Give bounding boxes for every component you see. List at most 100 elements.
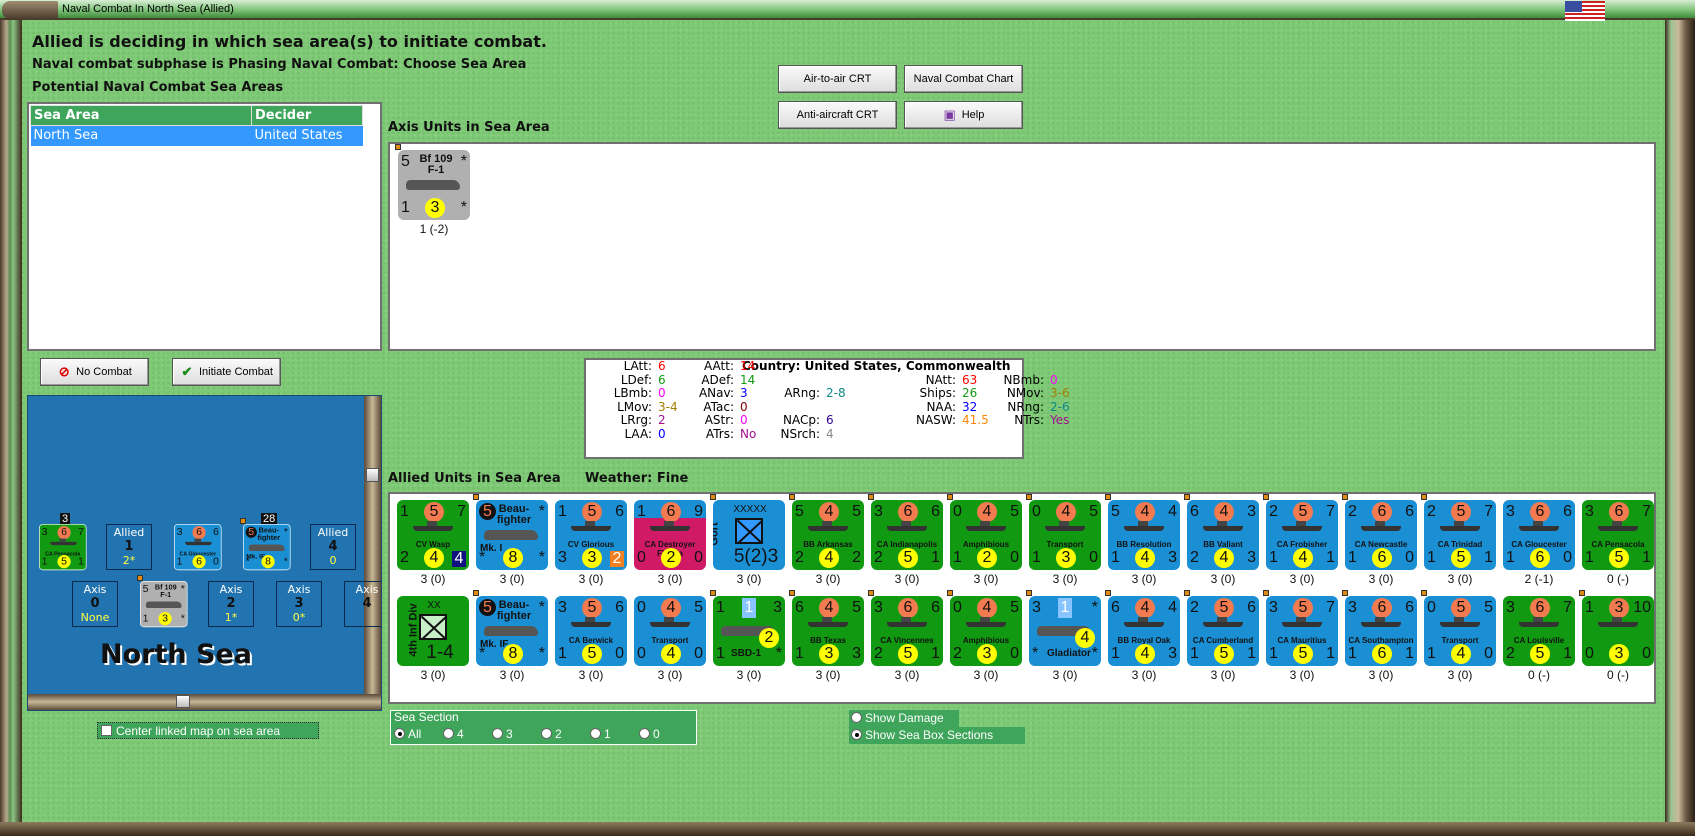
unit-counter[interactable]: 3 6 7 CA Pensacola 1 5 1 <box>1582 500 1654 570</box>
attack-value: 3 <box>1032 599 1041 616</box>
unit-counter[interactable]: 6 4 4 BB Royal Oak 1 4 3 <box>1108 596 1180 666</box>
surface-value: 4 <box>1451 644 1471 664</box>
show-damage-radio[interactable]: Show Damage <box>849 710 959 727</box>
sea-area-list[interactable]: Sea Area Decider North Sea United States <box>27 102 382 351</box>
unit-counter[interactable]: 3 5 6 CA Berwick 1 5 0 <box>555 596 627 666</box>
radio-button[interactable] <box>851 729 862 740</box>
unit-counter[interactable]: 6 4 3 BB Valiant 2 4 3 <box>1187 500 1259 570</box>
unit-counter[interactable]: 2 5 7 CA Frobisher 1 4 1 <box>1266 500 1338 570</box>
unit-counter[interactable]: 6 4 5 BB Texas 1 3 3 <box>792 596 864 666</box>
unit-counter[interactable]: 3 6 7 CA Pensacola 1 5 1 <box>39 524 87 571</box>
column-header-decider[interactable]: Decider <box>251 105 363 126</box>
sea-section-radio-3[interactable]: 3 <box>492 727 541 741</box>
map-horizontal-scrollbar[interactable] <box>28 694 381 710</box>
anti-aircraft-crt-button[interactable]: Anti-aircraft CRT <box>778 101 897 129</box>
radio-button[interactable] <box>851 712 862 723</box>
unit-counter[interactable]: 4th Inf Div XX 1-4 <box>397 596 469 666</box>
unit-counter[interactable]: 3 6 6 CA Gloucester 1 6 0 <box>174 524 222 571</box>
unit-counter[interactable]: 5 4 4 BB Resolution 1 4 3 <box>1108 500 1180 570</box>
movement-value: 6 <box>1247 599 1256 616</box>
unit-status-label: 0 (-) <box>1607 668 1629 682</box>
asw-value: 1 <box>931 549 940 566</box>
status-marker-icon <box>1184 590 1190 596</box>
unit-counter[interactable]: 5 * Bf 109 F-1 1 3 * <box>398 150 470 220</box>
sea-section-radio-0[interactable]: 0 <box>639 727 688 741</box>
unit-counter[interactable]: 0 5 5 Transport 1 4 0 <box>1424 596 1496 666</box>
aircraft-icon <box>406 180 460 190</box>
map-vertical-scrollbar[interactable] <box>364 396 381 696</box>
unit-status-label: 3 (0) <box>1131 572 1157 586</box>
unit-counter[interactable]: 5 4 5 BB Arkansas 2 4 2 <box>792 500 864 570</box>
unit-counter[interactable]: 5 * Bf 109 F-1 1 3 * <box>140 581 188 628</box>
table-row[interactable]: North Sea United States <box>30 125 363 146</box>
defense-value: 1 <box>1190 645 1199 662</box>
unit-counter[interactable]: 3 5 7 CA Mauritius 1 5 1 <box>1266 596 1338 666</box>
unit-counter[interactable]: 5 * Beau-fighter Mk. IF * 8 * <box>476 596 548 666</box>
help-button[interactable]: ▣ Help <box>904 101 1023 129</box>
stat-value: 0 <box>658 426 666 441</box>
radio-button[interactable] <box>541 728 552 739</box>
sea-section-radio-All[interactable]: All <box>394 727 443 741</box>
naval-combat-chart-button[interactable]: Naval Combat Chart <box>904 65 1023 93</box>
sea-box-section[interactable]: Axis 2 1* <box>208 581 254 627</box>
radio-button[interactable] <box>394 728 405 739</box>
decider-cell[interactable]: United States <box>251 125 363 146</box>
column-header-sea-area[interactable]: Sea Area <box>30 105 252 126</box>
unit-counter[interactable]: 3 6 6 CA Gloucester 1 6 0 <box>1503 500 1575 570</box>
unit-counter[interactable]: 3 6 6 CA Vincennes 2 5 1 <box>871 596 943 666</box>
radio-button[interactable] <box>492 728 503 739</box>
scrollbar-thumb[interactable] <box>366 468 379 482</box>
unit-counter[interactable]: 5 * Beau-fighter Mk. I * 8 * <box>476 500 548 570</box>
unit-name: Bf 109 F-1 <box>154 583 177 599</box>
sea-section-radio-2[interactable]: 2 <box>541 727 590 741</box>
radio-button[interactable] <box>443 728 454 739</box>
air-to-air-crt-button[interactable]: Air-to-air CRT <box>778 65 897 93</box>
unit-counter[interactable]: 169CA Destroyer Flotilla020 <box>634 500 706 570</box>
unit-counter[interactable]: 2 6 6 CA Newcastle 1 6 0 <box>1345 500 1417 570</box>
sea-box-section[interactable]: Axis 3 0* <box>276 581 322 627</box>
sea-section-radio-4[interactable]: 4 <box>443 727 492 741</box>
surface-value: 3 <box>977 644 997 664</box>
initiate-combat-button[interactable]: ✔ Initiate Combat <box>172 358 281 386</box>
unit-counter[interactable]: 0 4 5 Transport 1 3 0 <box>1029 500 1101 570</box>
unit-counter[interactable]: 1 3 10 0 3 0 <box>1582 596 1654 666</box>
unit-counter[interactable]: 3 1 * Gladiator * * 4 <box>1029 596 1101 666</box>
center-map-checkbox[interactable]: Center linked map on sea area <box>97 722 319 739</box>
unit-counter[interactable]: 3 6 7 CA Louisville 2 5 1 <box>1503 596 1575 666</box>
asw-value: 1 <box>1326 549 1335 566</box>
sea-section-radio-1[interactable]: 1 <box>590 727 639 741</box>
sea-area-map[interactable]: North Sea 3 2 8 3 6 7 CA Pensacola 1 5 1 3 6 6 CA G… <box>27 395 382 711</box>
sea-box-section[interactable]: Axis 4 <box>344 581 381 627</box>
unit-counter[interactable]: 5 * Beau-fighter Mk. IF * 8 * <box>243 524 291 571</box>
unit-counter[interactable]: 1 1 3 SBD-1 1 * 2 <box>713 596 785 666</box>
unit-counter[interactable]: 1 5 7 CV Wasp 2 4 4 <box>397 500 469 570</box>
unit-counter[interactable]: 3 6 6 CA Indianapolis 2 5 1 <box>871 500 943 570</box>
system-menu-button[interactable] <box>2 1 58 19</box>
show-sea-box-sections-radio[interactable]: Show Sea Box Sections <box>849 727 1025 744</box>
surface-value: 5 <box>1451 548 1471 568</box>
no-combat-button[interactable]: ⊘ No Combat <box>40 358 149 386</box>
unit-counter[interactable]: 0 4 5 Amphibious 2 3 0 <box>950 596 1022 666</box>
unit-status-label: 3 (0) <box>736 572 762 586</box>
unit-counter[interactable]: 0 4 5 Transport 0 4 0 <box>634 596 706 666</box>
window-frame-right <box>1665 20 1695 836</box>
radio-button[interactable] <box>590 728 601 739</box>
surface-value: 3 <box>819 644 839 664</box>
unit-counter[interactable]: 2 5 7 CA Trinidad 1 5 1 <box>1424 500 1496 570</box>
radio-button[interactable] <box>639 728 650 739</box>
sea-area-cell[interactable]: North Sea <box>30 125 252 146</box>
sea-box-section[interactable]: Allied 4 0 <box>310 524 356 570</box>
defense-value: 1 <box>1111 549 1120 566</box>
unit-counter[interactable]: 0 4 5 Amphibious 1 2 0 <box>950 500 1022 570</box>
unit-counter[interactable]: Gort XXXXX 5(2)3 <box>713 500 785 570</box>
checkbox[interactable] <box>101 725 112 736</box>
sea-box-section[interactable]: Allied 1 2* <box>106 524 152 570</box>
stat-item: AAtt: <box>704 359 734 373</box>
unit-counter[interactable]: 2 5 6 CA Cumberland 1 5 1 <box>1187 596 1259 666</box>
unit-counter[interactable]: 1 5 6 CV Glorious 3 3 2 <box>555 500 627 570</box>
defense-value: 3 <box>558 549 567 566</box>
movement-value: 5 <box>1089 503 1098 520</box>
sea-box-section[interactable]: Axis 0 None <box>72 581 118 627</box>
unit-counter[interactable]: 3 6 6 CA Southampton 1 6 1 <box>1345 596 1417 666</box>
scrollbar-thumb[interactable] <box>176 695 190 708</box>
